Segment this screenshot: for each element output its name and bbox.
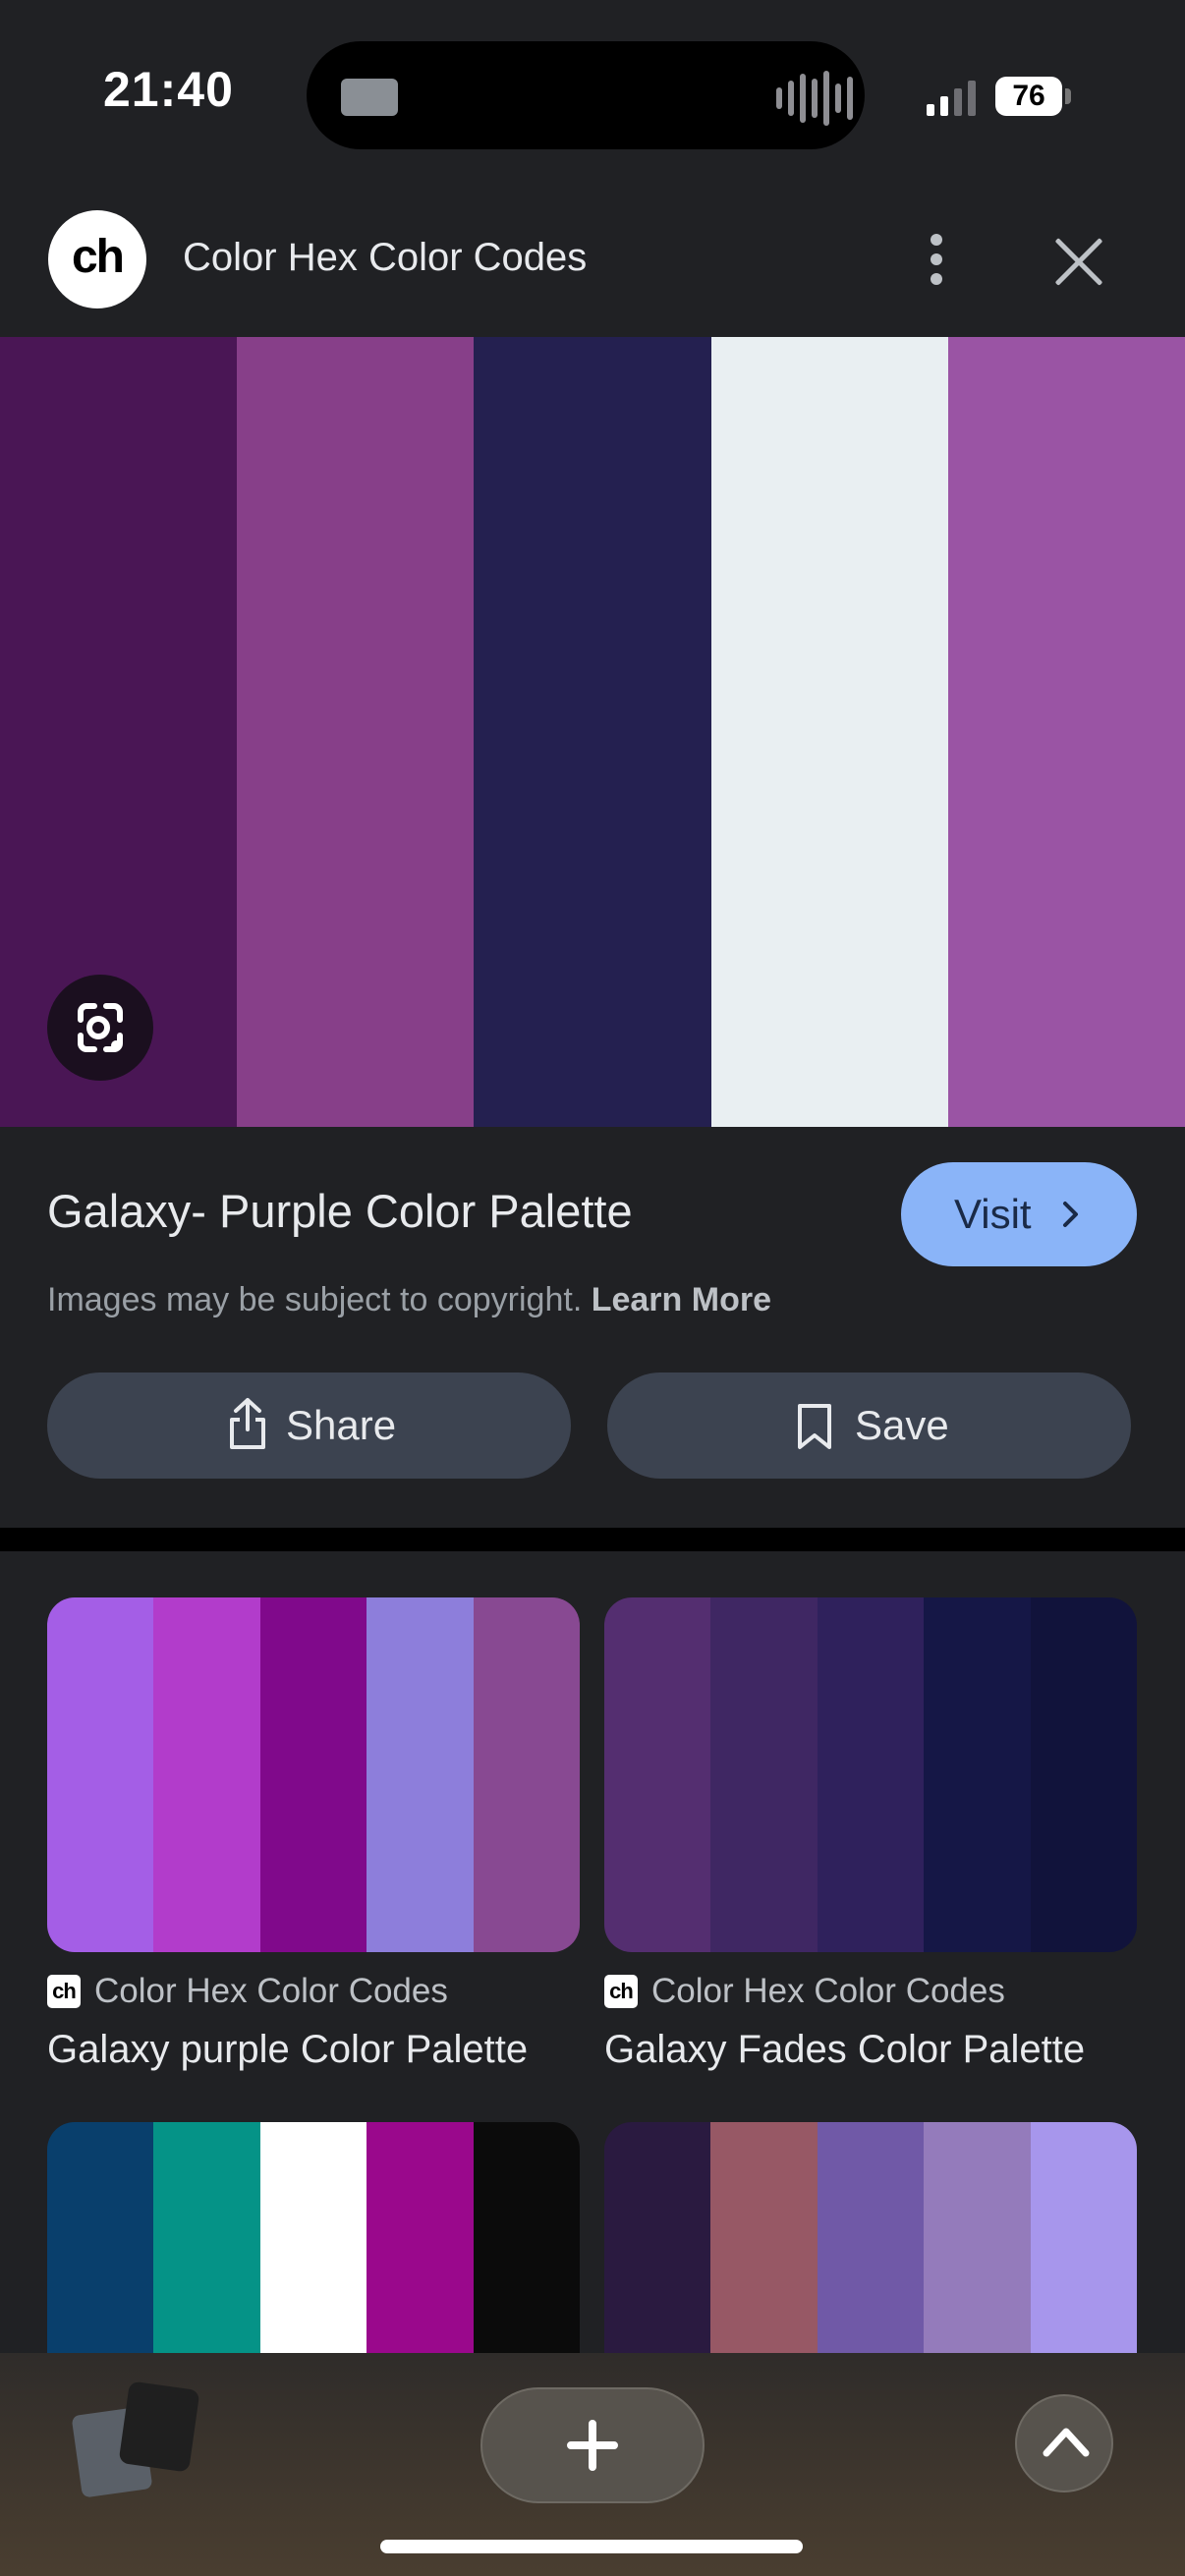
cellular-signal-icon <box>927 77 976 116</box>
save-label: Save <box>855 1402 949 1448</box>
section-divider <box>0 1528 1185 1551</box>
result-card-thumbnail[interactable] <box>47 1597 580 1952</box>
more-vert-icon[interactable] <box>912 228 961 291</box>
palette-swatch <box>1030 1597 1137 1952</box>
save-button[interactable]: Save <box>607 1372 1131 1479</box>
viewer-header <box>0 192 1185 337</box>
bookmark-icon <box>798 1404 831 1449</box>
palette-swatch <box>817 1597 925 1952</box>
result-title: Galaxy- Purple Color Palette <box>47 1185 633 1237</box>
copyright-text: Images may be subject to copyright. <box>47 1281 583 1318</box>
result-source[interactable]: Color Hex Color Codes <box>94 1972 448 2011</box>
battery-indicator: 76 <box>995 77 1062 116</box>
share-icon <box>230 1398 265 1449</box>
share-label: Share <box>286 1402 397 1448</box>
scroll-top-button[interactable] <box>1015 2394 1113 2492</box>
result-source[interactable]: Color Hex Color Codes <box>651 1972 1005 2011</box>
palette-swatch <box>47 1597 154 1952</box>
preview-image[interactable] <box>0 337 1185 1127</box>
now-playing-thumbnail <box>341 79 398 116</box>
palette-swatch <box>924 1597 1031 1952</box>
home-indicator[interactable] <box>380 2540 803 2553</box>
new-tab-button[interactable] <box>480 2387 705 2503</box>
battery-tip <box>1065 88 1071 104</box>
source-favicon: ch <box>47 1975 81 2008</box>
palette-swatch <box>473 1597 580 1952</box>
learn-more-link[interactable]: Learn More <box>592 1281 771 1318</box>
chevron-up-icon <box>1043 2428 1090 2457</box>
site-title[interactable]: Color Hex Color Codes <box>183 236 587 280</box>
palette-swatch <box>237 337 475 1127</box>
palette-swatch <box>710 337 948 1127</box>
palette-swatch <box>710 1597 818 1952</box>
lens-icon[interactable] <box>47 975 153 1081</box>
result-title[interactable]: Galaxy Fades Color Palette <box>604 2028 1085 2072</box>
audio-wave-icon <box>776 69 853 128</box>
palette-swatch <box>259 1597 367 1952</box>
close-icon[interactable] <box>1051 234 1106 289</box>
status-time: 21:40 <box>103 62 234 117</box>
result-card-thumbnail[interactable] <box>604 1597 1137 1952</box>
source-favicon: ch <box>604 1975 638 2008</box>
chevron-right-icon <box>1063 1202 1078 1227</box>
visit-button[interactable]: Visit <box>901 1162 1137 1266</box>
copyright-notice: Images may be subject to copyright. Lear… <box>47 1281 771 1319</box>
palette-swatch <box>604 1597 711 1952</box>
palette-swatch <box>947 337 1185 1127</box>
palette-swatch <box>153 1597 260 1952</box>
palette-swatch <box>474 337 711 1127</box>
result-title[interactable]: Galaxy purple Color Palette <box>47 2028 528 2072</box>
plus-icon <box>567 2420 618 2471</box>
site-logo[interactable]: ch <box>48 210 146 308</box>
share-button[interactable]: Share <box>47 1372 571 1479</box>
palette-swatch <box>367 1597 474 1952</box>
tabs-switcher-button[interactable] <box>71 2380 200 2503</box>
